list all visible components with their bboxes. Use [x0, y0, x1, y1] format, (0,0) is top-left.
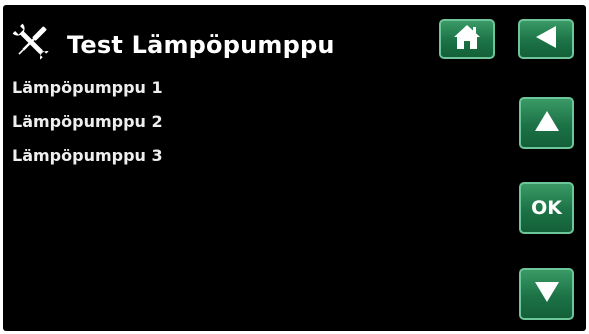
- home-icon: [452, 23, 482, 55]
- scroll-down-button[interactable]: [519, 268, 574, 320]
- menu-list: Lämpöpumppu 1 Lämpöpumppu 2 Lämpöpumppu …: [12, 79, 163, 181]
- back-button[interactable]: [518, 19, 574, 59]
- header-bar: Test Lämpöpumppu: [3, 5, 586, 71]
- home-button[interactable]: [439, 19, 495, 59]
- up-arrow-icon: [533, 109, 561, 137]
- scroll-up-button[interactable]: [519, 97, 574, 149]
- tools-icon: [10, 21, 52, 63]
- page-title: Test Lämpöpumppu: [67, 31, 335, 59]
- menu-item-heat-pump-3[interactable]: Lämpöpumppu 3: [12, 147, 163, 181]
- menu-item-heat-pump-1[interactable]: Lämpöpumppu 1: [12, 79, 163, 113]
- back-arrow-icon: [534, 24, 558, 54]
- display-screen: Test Lämpöpumppu Lämpöpumppu 1 Lämpöpump…: [3, 5, 586, 331]
- menu-item-heat-pump-2[interactable]: Lämpöpumppu 2: [12, 113, 163, 147]
- ok-button[interactable]: OK: [519, 182, 574, 234]
- down-arrow-icon: [533, 280, 561, 308]
- ok-label: OK: [531, 197, 562, 219]
